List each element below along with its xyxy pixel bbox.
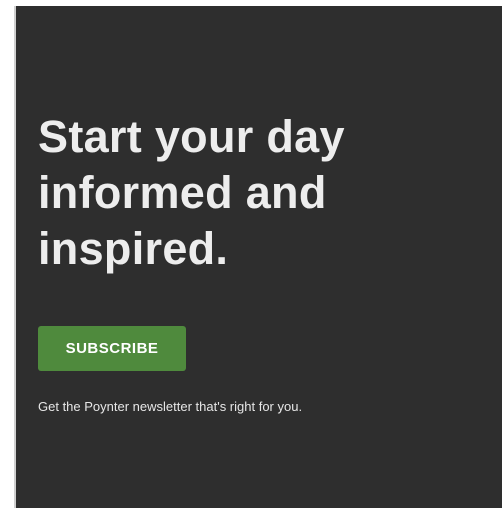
newsletter-promo-panel: Start your day informed and inspired. SU… (14, 6, 502, 508)
subscribe-button[interactable]: SUBSCRIBE (38, 326, 186, 371)
page-frame: Start your day informed and inspired. SU… (0, 0, 503, 510)
promo-headline: Start your day informed and inspired. (38, 111, 345, 274)
promo-tagline: Get the Poynter newsletter that's right … (38, 399, 303, 414)
